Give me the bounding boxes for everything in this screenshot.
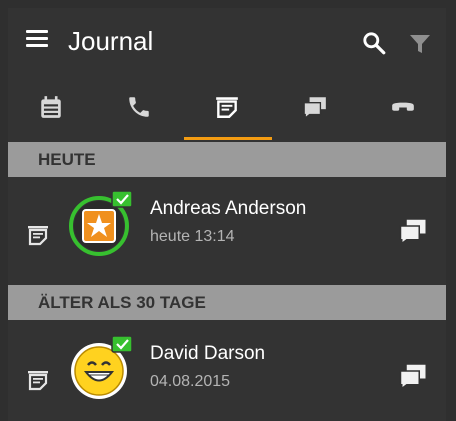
tab-notes[interactable] xyxy=(184,76,272,140)
note-icon xyxy=(216,97,238,118)
section-title: HEUTE xyxy=(38,150,96,169)
menu-icon[interactable] xyxy=(26,30,48,52)
avatar xyxy=(71,335,133,399)
chat-icon[interactable] xyxy=(398,361,428,391)
voicemail-icon xyxy=(392,102,414,111)
journal-entry[interactable]: Andreas Anderson heute 13:14 xyxy=(8,178,446,280)
chat-icon xyxy=(303,97,326,120)
tab-calls[interactable] xyxy=(96,76,184,142)
search-icon[interactable] xyxy=(361,30,387,56)
calendar-icon xyxy=(41,96,61,118)
page-title: Journal xyxy=(68,26,154,56)
app-bar: Journal xyxy=(8,8,446,76)
tab-voicemail[interactable] xyxy=(360,76,446,142)
note-icon xyxy=(28,226,48,246)
note-icon xyxy=(28,371,48,391)
section-title: ÄLTER ALS 30 TAGE xyxy=(38,293,206,312)
entry-timestamp: 04.08.2015 xyxy=(150,373,231,390)
tab-bar xyxy=(8,76,446,142)
journal-entry[interactable]: David Darson 04.08.2015 xyxy=(8,323,446,421)
chat-icon[interactable] xyxy=(398,216,428,246)
section-header-today: HEUTE xyxy=(8,142,446,177)
filter-icon[interactable] xyxy=(408,32,432,56)
phone-icon xyxy=(129,97,149,117)
contact-name: David Darson xyxy=(150,343,266,364)
entry-timestamp: heute 13:14 xyxy=(150,228,235,245)
tab-calendar[interactable] xyxy=(8,76,96,142)
tab-chat[interactable] xyxy=(272,76,360,142)
journal-app: Journal HEUTE Andreas Anderson heute 13:… xyxy=(8,8,446,421)
avatar xyxy=(69,190,133,256)
contact-name: Andreas Anderson xyxy=(150,198,307,219)
section-header-older: ÄLTER ALS 30 TAGE xyxy=(8,285,446,320)
